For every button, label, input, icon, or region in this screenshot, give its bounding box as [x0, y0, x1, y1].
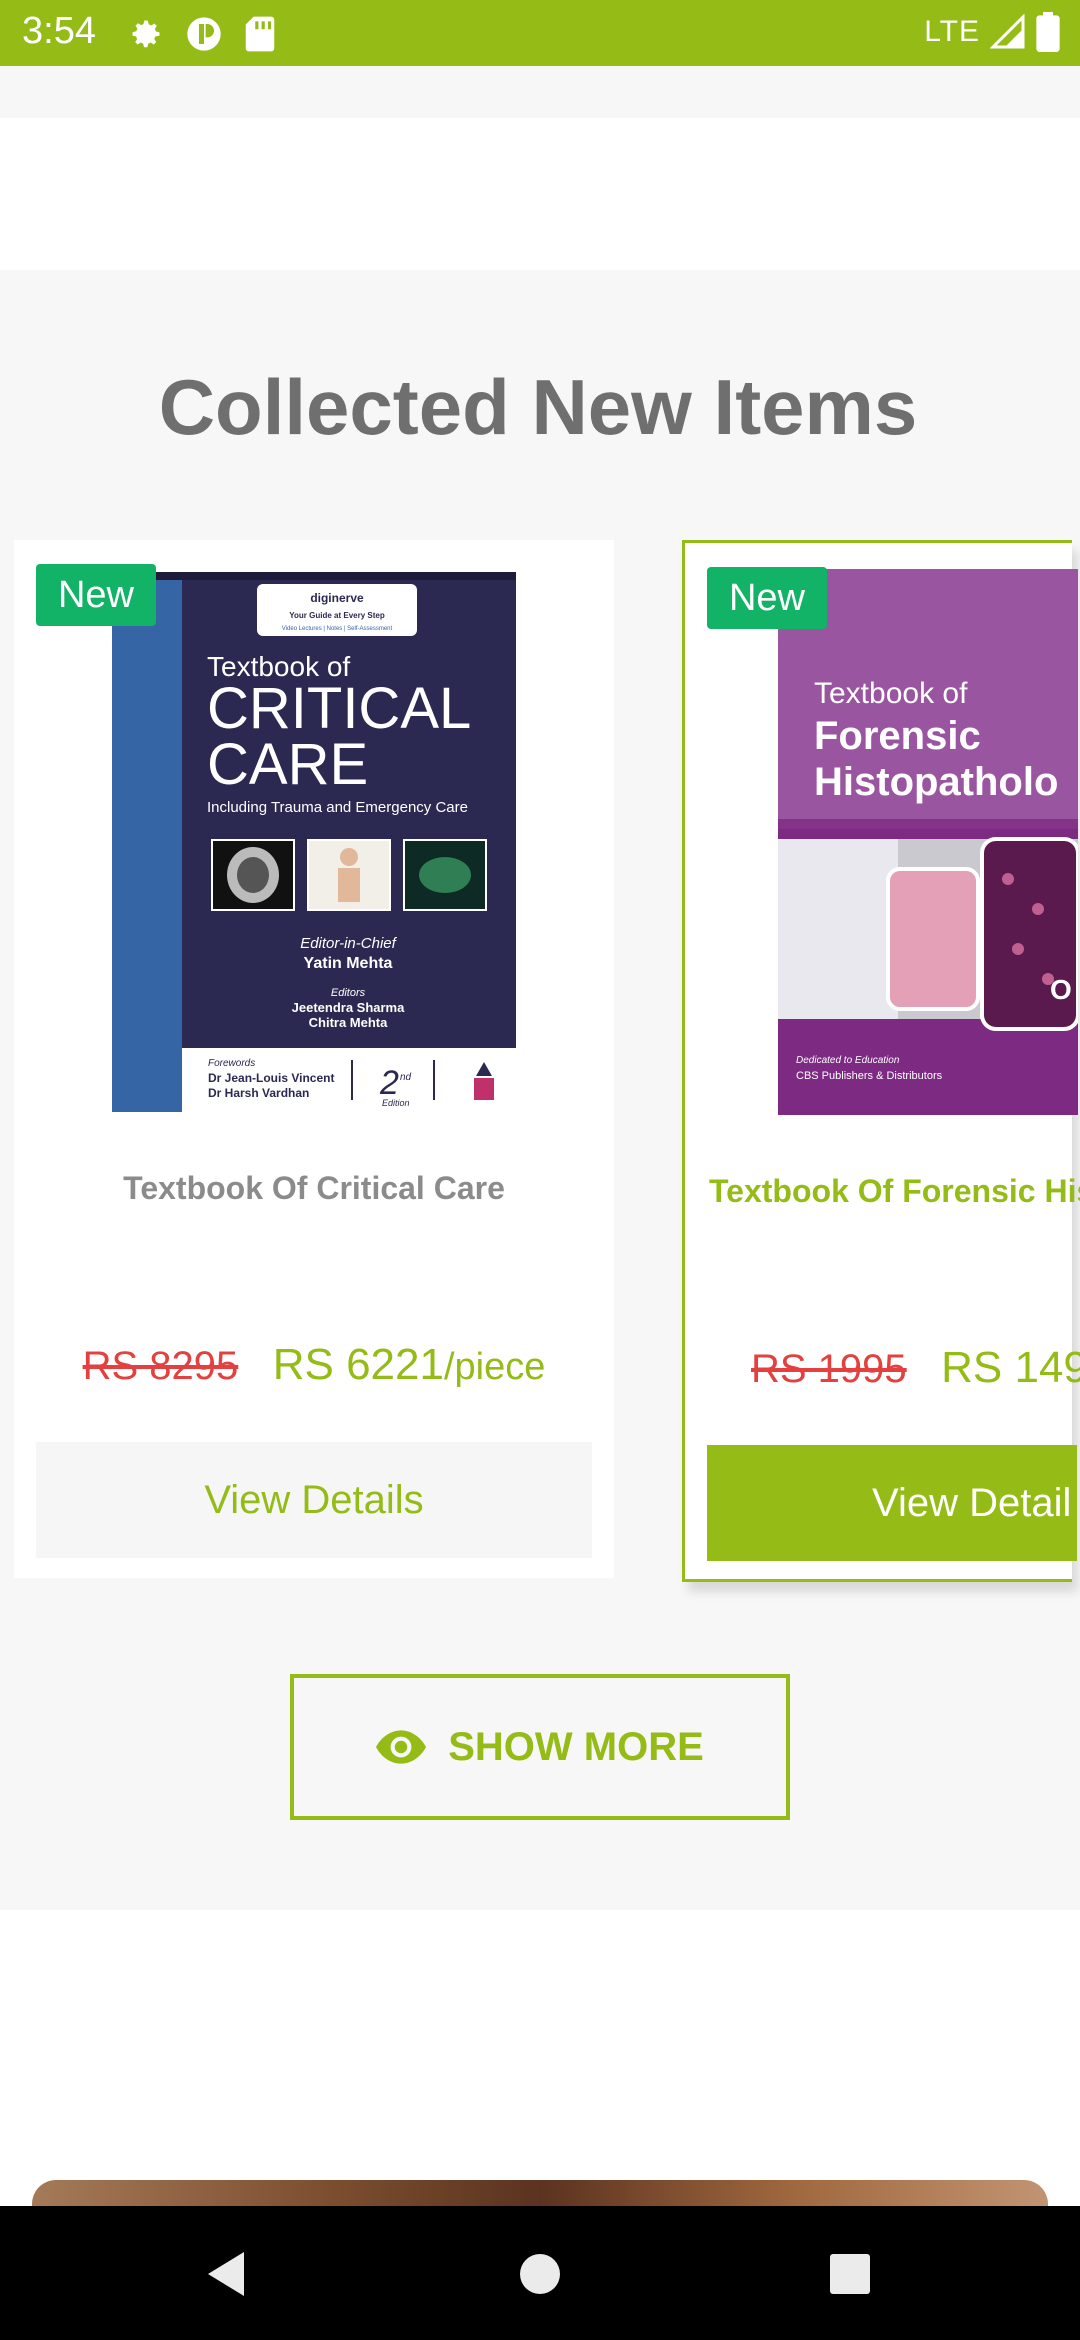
sd-card-icon: [245, 16, 275, 52]
cover-edition-number: 2: [379, 1064, 399, 1102]
cover-tagline-2: Video Lectures | Notes | Self-Assessment: [282, 626, 393, 632]
cover-publisher: CBS Publishers & Distributors: [796, 1070, 943, 1082]
network-type: LTE: [924, 15, 980, 48]
status-time: 3:54: [22, 10, 96, 52]
system-nav-bar: [0, 2206, 1080, 2340]
cover-editor: Yatin Mehta: [304, 955, 393, 972]
cover-publisher-tag: Dedicated to Education: [796, 1055, 900, 1066]
show-more-button[interactable]: SHOW MORE: [290, 1674, 790, 1820]
new-badge: New: [707, 567, 827, 629]
new-price: RS 149: [941, 1343, 1080, 1392]
cover-heading-2: CARE: [207, 732, 368, 797]
status-bar: 3:54 LTE: [0, 0, 1080, 66]
bottom-section: [0, 1910, 1080, 2210]
product-card[interactable]: New diginerve Your Guide at Every Step V…: [14, 540, 614, 1578]
eye-icon: [376, 1730, 427, 1764]
status-notification-icons: [128, 14, 276, 54]
cover-forewords-label: Forewords: [208, 1058, 255, 1069]
cover-edition-suffix: nd: [400, 1072, 412, 1083]
top-banner-area: [0, 118, 1080, 270]
cover-foreword-1: Dr Jean-Louis Vincent: [208, 1071, 334, 1085]
battery-icon: [1036, 12, 1060, 52]
book-cover-image: Textbook of Forensic Histopatholo Dedica…: [778, 569, 1078, 1115]
cover-editor-3: Chitra Mehta: [309, 1015, 389, 1030]
product-carousel[interactable]: New diginerve Your Guide at Every Step V…: [0, 540, 1080, 1610]
price-unit: /piece: [443, 1346, 546, 1388]
cover-heading-small: Textbook of: [814, 677, 968, 710]
cover-editors-label: Editors: [331, 987, 366, 999]
cover-heading-1: Forensic: [814, 714, 981, 758]
back-icon[interactable]: [204, 2250, 248, 2298]
book-cover-image: diginerve Your Guide at Every Step Video…: [112, 572, 516, 1112]
cover-foreword-2: Dr Harsh Vardhan: [208, 1086, 309, 1100]
price-row: RS 1995 RS 149: [751, 1343, 1080, 1393]
settings-gear-icon: [132, 20, 160, 48]
cover-tagline: Your Guide at Every Step: [289, 611, 385, 620]
new-price: RS 6221: [272, 1340, 444, 1389]
section-title: Collected New Items: [158, 363, 918, 451]
data-saver-icon: [187, 17, 221, 51]
product-title[interactable]: Textbook Of Forensic His: [709, 1173, 1080, 1210]
cover-edition-label: Edition: [382, 1098, 410, 1108]
price-row: RS 8295 RS 6221/piece: [14, 1340, 614, 1390]
view-details-button[interactable]: View Detail: [707, 1445, 1077, 1561]
cover-corner-text: O: [1050, 974, 1072, 1005]
product-card[interactable]: New Textbook of Forensic Histopatholo De…: [682, 540, 1080, 1582]
recent-apps-icon[interactable]: [830, 2254, 870, 2294]
cover-heading-2: Histopatholo: [814, 760, 1058, 804]
show-more-label: SHOW MORE: [448, 1724, 704, 1769]
old-price: RS 1995: [751, 1347, 907, 1391]
view-details-button[interactable]: View Details: [36, 1442, 592, 1558]
home-icon[interactable]: [520, 2254, 560, 2294]
cover-publisher: diginerve: [310, 591, 364, 605]
status-right-group: LTE: [924, 12, 1060, 52]
cover-subtitle: Including Trauma and Emergency Care: [207, 799, 468, 816]
old-price: RS 8295: [82, 1344, 239, 1388]
new-badge: New: [36, 564, 156, 626]
product-title[interactable]: Textbook Of Critical Care: [14, 1170, 614, 1207]
cover-editor-2: Jeetendra Sharma: [292, 1000, 405, 1015]
cover-editor-label: Editor-in-Chief: [300, 935, 397, 952]
signal-icon: [990, 14, 1025, 49]
